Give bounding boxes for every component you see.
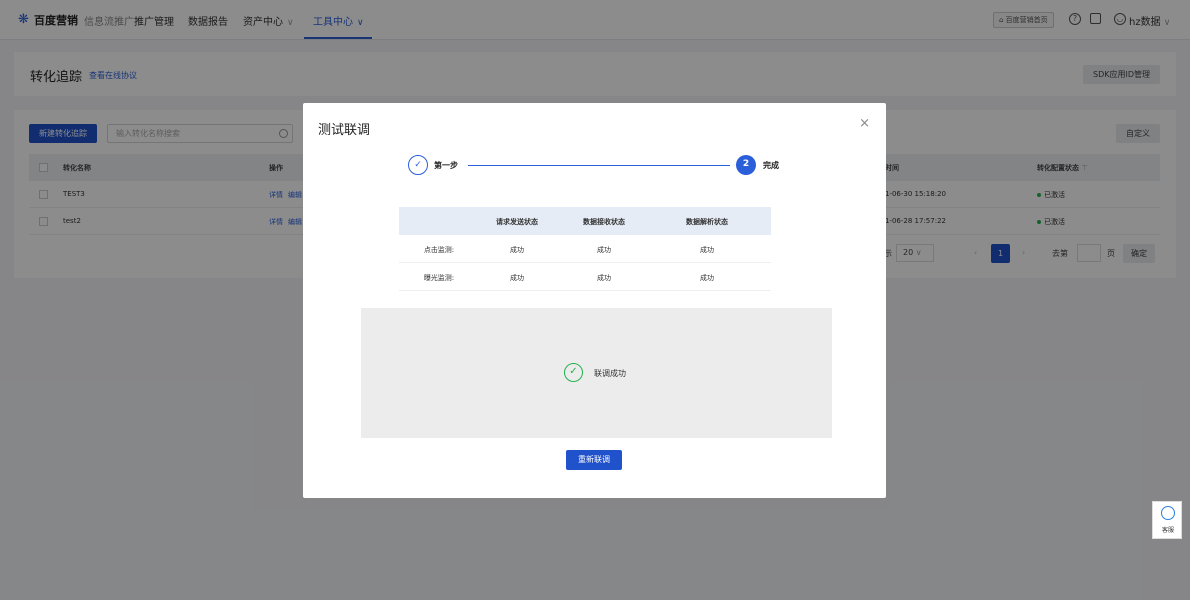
header-receive-status: 数据接收状态 — [583, 218, 625, 226]
receive-status-value: 成功 — [597, 274, 611, 282]
result-text: 联调成功 — [594, 369, 626, 378]
row-label: 曝光监测: — [423, 274, 455, 282]
row-label: 点击监测: — [423, 246, 455, 254]
step-2-number: 2 — [736, 155, 756, 175]
customer-service-button[interactable]: 客服 — [1152, 501, 1182, 539]
status-table-row: 点击监测: 成功 成功 成功 — [399, 235, 771, 263]
receive-status-value: 成功 — [597, 246, 611, 254]
step-done-check-icon: ✓ — [408, 155, 428, 175]
step-1-label: 第一步 — [434, 161, 458, 170]
header-parse-status: 数据解析状态 — [686, 218, 728, 226]
close-icon[interactable]: × — [859, 117, 870, 130]
step-connector — [468, 165, 730, 166]
status-table-row: 曝光监测: 成功 成功 成功 — [399, 263, 771, 291]
dialog-title: 测试联调 — [318, 123, 371, 138]
request-status-value: 成功 — [510, 274, 524, 282]
success-check-icon: ✓ — [564, 363, 583, 382]
result-panel: ✓ 联调成功 — [361, 308, 832, 438]
header-request-status: 请求发送状态 — [496, 218, 538, 226]
retest-button[interactable]: 重新联调 — [566, 450, 622, 470]
headset-icon — [1161, 506, 1175, 520]
parse-status-value: 成功 — [700, 246, 714, 254]
test-joint-debug-dialog: 测试联调 × ✓ 第一步 2 完成 请求发送状态 数据接收状态 数据解析状态 点… — [303, 103, 886, 498]
parse-status-value: 成功 — [700, 274, 714, 282]
request-status-value: 成功 — [510, 246, 524, 254]
step-2-label: 完成 — [763, 161, 779, 170]
status-table-header: 请求发送状态 数据接收状态 数据解析状态 — [399, 207, 771, 235]
customer-service-label: 客服 — [1161, 527, 1174, 534]
